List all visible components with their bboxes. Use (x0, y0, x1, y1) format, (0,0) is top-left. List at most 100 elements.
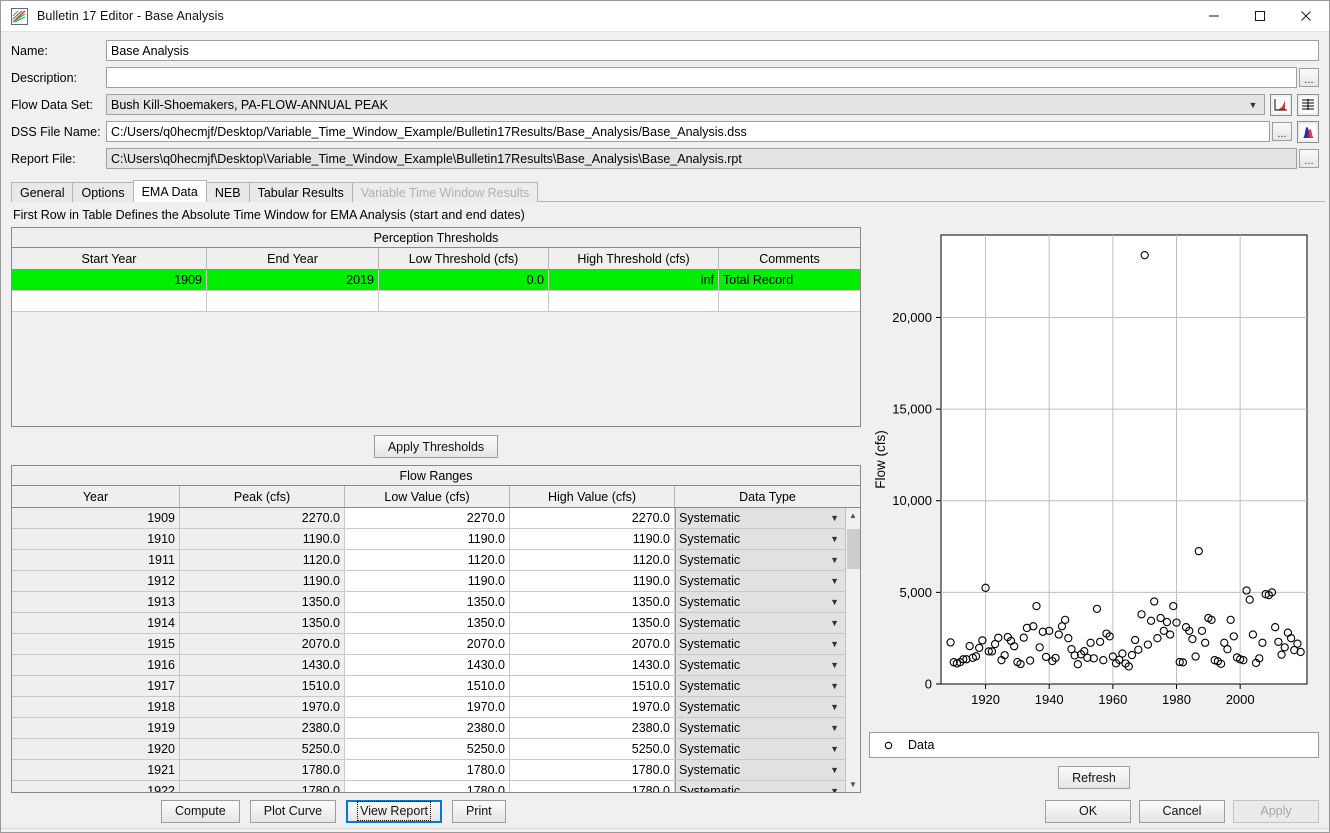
fr-data-type-select[interactable]: Systematic ▼ (675, 529, 845, 549)
fr-cell-high[interactable]: 1430.0 (510, 655, 675, 675)
fr-table-row[interactable]: 1920 5250.0 5250.0 5250.0 Systematic ▼ (12, 739, 845, 760)
fr-table-row[interactable]: 1918 1970.0 1970.0 1970.0 Systematic ▼ (12, 697, 845, 718)
fr-cell-peak[interactable]: 1780.0 (180, 760, 345, 780)
fr-cell-low[interactable]: 1780.0 (345, 781, 510, 792)
fr-data-type-select[interactable]: Systematic ▼ (675, 781, 845, 792)
pt-empty-cell[interactable] (549, 291, 719, 311)
fr-cell-peak[interactable]: 2270.0 (180, 508, 345, 528)
fr-cell-low[interactable]: 5250.0 (345, 739, 510, 759)
compute-button[interactable]: Compute (161, 799, 240, 823)
fr-table-row[interactable]: 1910 1190.0 1190.0 1190.0 Systematic ▼ (12, 529, 845, 550)
flow-data-set-select[interactable]: Bush Kill-Shoemakers, PA-FLOW-ANNUAL PEA… (106, 94, 1265, 115)
report-file-input[interactable]: C:\Users\q0hecmjf\Desktop\Variable_Time_… (106, 148, 1297, 169)
fr-cell-high[interactable]: 1970.0 (510, 697, 675, 717)
plot-curve-button[interactable]: Plot Curve (249, 799, 337, 823)
pt-empty-cell[interactable] (719, 291, 860, 311)
description-browse-button[interactable]: ... (1299, 68, 1319, 87)
fr-cell-peak[interactable]: 1120.0 (180, 550, 345, 570)
cancel-button[interactable]: Cancel (1139, 799, 1225, 823)
fr-cell-low[interactable]: 1780.0 (345, 760, 510, 780)
pt-cell-comments[interactable]: Total Record (719, 270, 860, 290)
fr-cell-low[interactable]: 1190.0 (345, 529, 510, 549)
tab-neb[interactable]: NEB (205, 182, 250, 202)
fr-cell-peak[interactable]: 1970.0 (180, 697, 345, 717)
fr-data-type-select[interactable]: Systematic ▼ (675, 655, 845, 675)
fr-table-row[interactable]: 1914 1350.0 1350.0 1350.0 Systematic ▼ (12, 613, 845, 634)
fr-cell-high[interactable]: 1350.0 (510, 613, 675, 633)
fr-cell-peak[interactable]: 5250.0 (180, 739, 345, 759)
fr-data-type-select[interactable]: Systematic ▼ (675, 718, 845, 738)
tab-tabular-results[interactable]: Tabular Results (248, 182, 353, 202)
dss-file-browse-button[interactable]: ... (1272, 122, 1292, 141)
fr-cell-year[interactable]: 1915 (12, 634, 180, 654)
name-input[interactable]: Base Analysis (106, 40, 1319, 61)
pt-empty-cell[interactable] (12, 291, 207, 311)
fr-cell-low[interactable]: 1350.0 (345, 592, 510, 612)
tab-ema-data[interactable]: EMA Data (132, 180, 207, 202)
pt-table-row[interactable]: 1909 2019 0.0 inf Total Record (12, 270, 860, 291)
plot-curve-icon[interactable] (1270, 93, 1292, 116)
pt-empty-row[interactable] (12, 291, 860, 312)
dss-file-input[interactable]: C:/Users/q0hecmjf/Desktop/Variable_Time_… (106, 121, 1270, 142)
fr-cell-low[interactable]: 1350.0 (345, 613, 510, 633)
fr-data-type-select[interactable]: Systematic ▼ (675, 592, 845, 612)
report-file-browse-button[interactable]: ... (1299, 149, 1319, 168)
fr-cell-high[interactable]: 1510.0 (510, 676, 675, 696)
fr-cell-low[interactable]: 2380.0 (345, 718, 510, 738)
fr-cell-year[interactable]: 1916 (12, 655, 180, 675)
fr-cell-high[interactable]: 1190.0 (510, 529, 675, 549)
scrollbar-thumb[interactable] (846, 529, 860, 569)
fr-data-type-select[interactable]: Systematic ▼ (675, 697, 845, 717)
fr-data-type-select[interactable]: Systematic ▼ (675, 739, 845, 759)
histogram-icon[interactable] (1297, 120, 1319, 143)
scrollbar-track[interactable] (846, 523, 861, 777)
fr-cell-high[interactable]: 1190.0 (510, 571, 675, 591)
pt-empty-cell[interactable] (207, 291, 379, 311)
fr-cell-high[interactable]: 1780.0 (510, 781, 675, 792)
table-icon[interactable] (1297, 93, 1319, 116)
fr-cell-high[interactable]: 2070.0 (510, 634, 675, 654)
fr-table-row[interactable]: 1919 2380.0 2380.0 2380.0 Systematic ▼ (12, 718, 845, 739)
fr-data-type-select[interactable]: Systematic ▼ (675, 550, 845, 570)
fr-cell-year[interactable]: 1921 (12, 760, 180, 780)
fr-cell-low[interactable]: 1120.0 (345, 550, 510, 570)
view-report-button[interactable]: View Report (346, 799, 442, 823)
pt-cell-end-year[interactable]: 2019 (207, 270, 379, 290)
fr-table-row[interactable]: 1916 1430.0 1430.0 1430.0 Systematic ▼ (12, 655, 845, 676)
fr-cell-year[interactable]: 1909 (12, 508, 180, 528)
fr-cell-low[interactable]: 2270.0 (345, 508, 510, 528)
fr-cell-year[interactable]: 1919 (12, 718, 180, 738)
scroll-down-icon[interactable]: ▼ (846, 777, 861, 792)
fr-cell-peak[interactable]: 2070.0 (180, 634, 345, 654)
fr-cell-low[interactable]: 1190.0 (345, 571, 510, 591)
fr-cell-year[interactable]: 1917 (12, 676, 180, 696)
apply-thresholds-button[interactable]: Apply Thresholds (373, 435, 499, 458)
fr-cell-year[interactable]: 1913 (12, 592, 180, 612)
fr-cell-high[interactable]: 2380.0 (510, 718, 675, 738)
description-input[interactable] (106, 67, 1297, 88)
close-button[interactable] (1283, 1, 1329, 32)
fr-cell-peak[interactable]: 1190.0 (180, 571, 345, 591)
fr-cell-high[interactable]: 1120.0 (510, 550, 675, 570)
fr-cell-year[interactable]: 1922 (12, 781, 180, 792)
fr-data-type-select[interactable]: Systematic ▼ (675, 760, 845, 780)
fr-cell-year[interactable]: 1912 (12, 571, 180, 591)
fr-cell-peak[interactable]: 1430.0 (180, 655, 345, 675)
flow-ranges-scrollbar[interactable]: ▲ ▼ (845, 508, 860, 792)
fr-table-row[interactable]: 1915 2070.0 2070.0 2070.0 Systematic ▼ (12, 634, 845, 655)
tab-general[interactable]: General (11, 182, 74, 202)
ok-button[interactable]: OK (1045, 799, 1131, 823)
pt-empty-cell[interactable] (379, 291, 549, 311)
fr-cell-low[interactable]: 1510.0 (345, 676, 510, 696)
fr-cell-year[interactable]: 1920 (12, 739, 180, 759)
pt-cell-high[interactable]: inf (549, 270, 719, 290)
fr-data-type-select[interactable]: Systematic ▼ (675, 571, 845, 591)
fr-cell-peak[interactable]: 1510.0 (180, 676, 345, 696)
fr-cell-low[interactable]: 2070.0 (345, 634, 510, 654)
fr-table-row[interactable]: 1913 1350.0 1350.0 1350.0 Systematic ▼ (12, 592, 845, 613)
fr-cell-peak[interactable]: 1350.0 (180, 613, 345, 633)
fr-cell-year[interactable]: 1911 (12, 550, 180, 570)
fr-cell-year[interactable]: 1914 (12, 613, 180, 633)
minimize-button[interactable] (1191, 1, 1237, 32)
maximize-button[interactable] (1237, 1, 1283, 32)
